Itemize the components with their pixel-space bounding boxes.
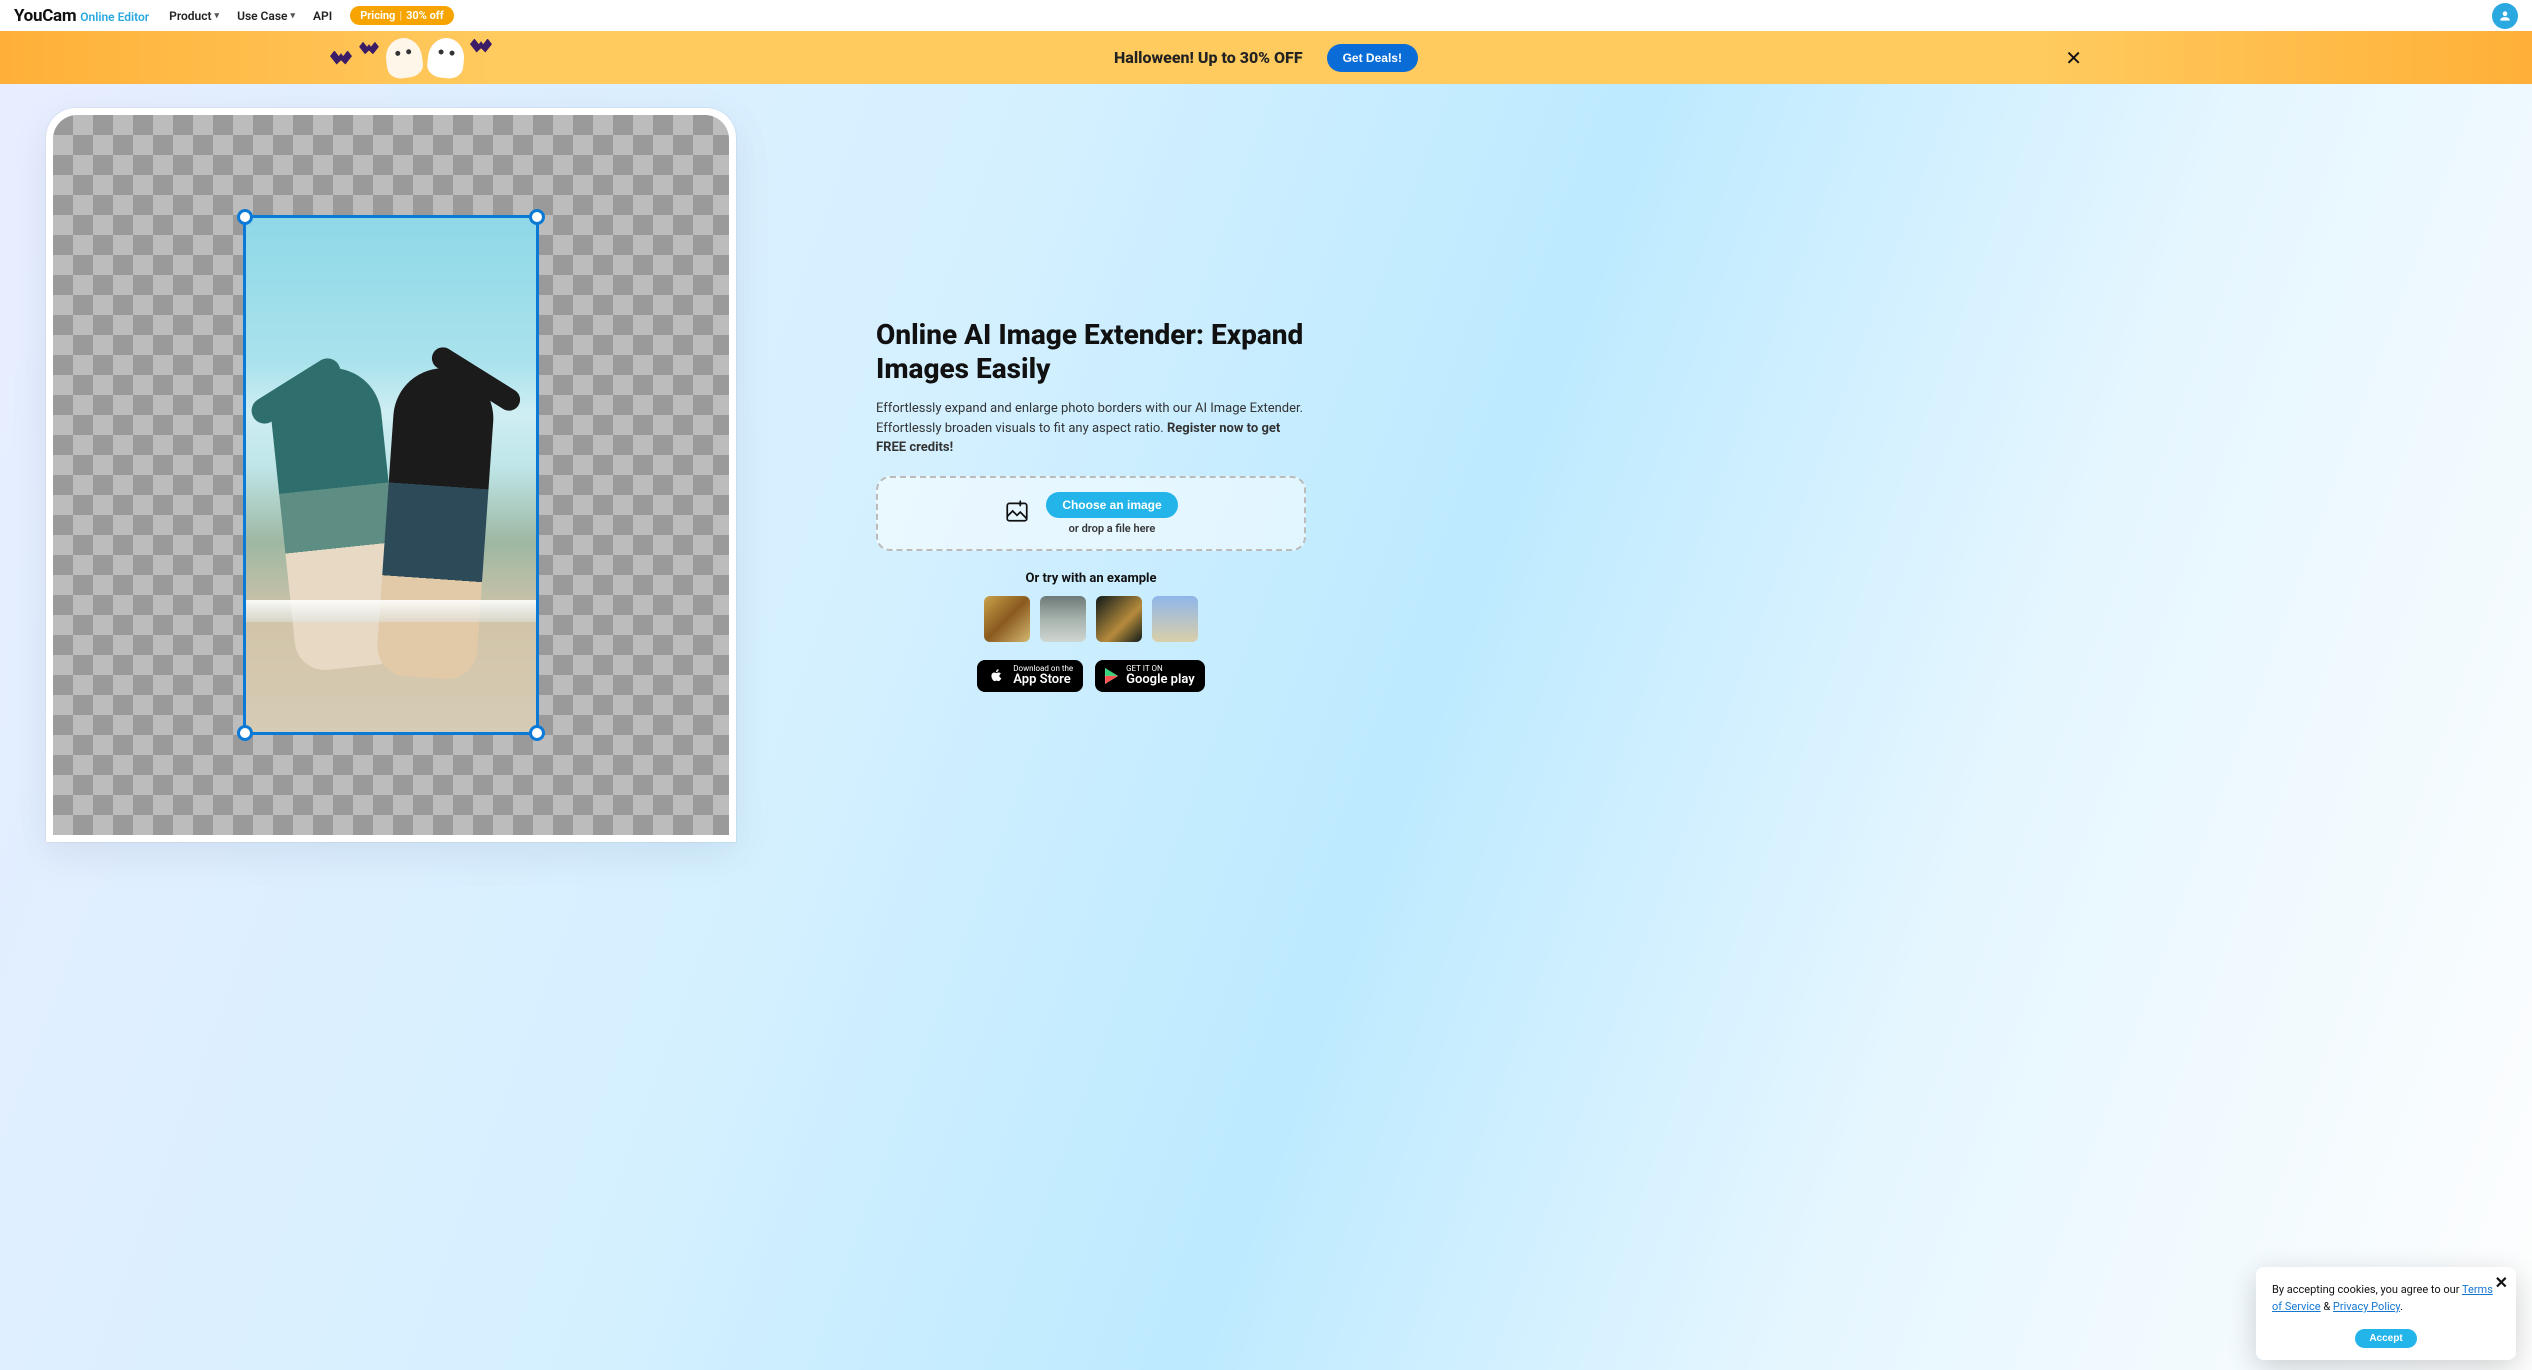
google-play-big: Google play <box>1126 673 1195 687</box>
upload-dropzone[interactable]: Choose an image or drop a file here <box>876 476 1306 551</box>
resize-handle-bl[interactable] <box>237 725 253 741</box>
user-icon <box>2498 9 2512 23</box>
hero-left <box>46 108 736 1370</box>
promo-decor <box>330 31 492 84</box>
google-play-button[interactable]: GET IT ON Google play <box>1095 660 1205 692</box>
nav-api-label: API <box>313 9 332 23</box>
nav-use-case[interactable]: Use Case ▾ <box>237 9 295 23</box>
nav-product[interactable]: Product ▾ <box>169 9 219 23</box>
pricing-label: Pricing <box>360 9 395 22</box>
nav-product-label: Product <box>169 9 211 23</box>
cookie-accept-button[interactable]: Accept <box>2355 1329 2416 1348</box>
image-add-icon <box>1004 498 1030 528</box>
cookie-pre: By accepting cookies, you agree to our <box>2272 1283 2462 1296</box>
page-title: Online AI Image Extender: Expand Images … <box>876 318 1306 385</box>
example-thumb-2[interactable] <box>1040 596 1086 642</box>
pricing-button[interactable]: Pricing | 30% off <box>350 6 453 25</box>
nav-api[interactable]: API <box>313 9 332 23</box>
top-nav-left: YouCam Online Editor Product ▾ Use Case … <box>14 6 454 26</box>
app-store-big: App Store <box>1013 673 1073 687</box>
example-thumb-3[interactable] <box>1096 596 1142 642</box>
nav-items: Product ▾ Use Case ▾ API Pricing | 30% o… <box>169 6 454 25</box>
example-thumb-4[interactable] <box>1152 596 1198 642</box>
example-row <box>876 596 1306 642</box>
chevron-down-icon: ▾ <box>215 11 220 21</box>
resize-handle-tr[interactable] <box>529 209 545 225</box>
pricing-sep: | <box>399 9 402 22</box>
editor-canvas[interactable] <box>53 115 729 835</box>
choose-image-button[interactable]: Choose an image <box>1046 492 1177 518</box>
app-store-text: Download on the App Store <box>1013 665 1073 687</box>
promo-banner: Halloween! Up to 30% OFF Get Deals! ✕ <box>0 31 2532 84</box>
resize-handle-br[interactable] <box>529 725 545 741</box>
apple-icon <box>987 667 1005 685</box>
cookie-amp: & <box>2321 1300 2333 1313</box>
cookie-consent: ✕ By accepting cookies, you agree to our… <box>2256 1267 2516 1360</box>
logo-sub: Online Editor <box>80 10 149 24</box>
example-thumb-1[interactable] <box>984 596 1030 642</box>
ghost-icon <box>383 35 424 80</box>
privacy-link[interactable]: Privacy Policy <box>2333 1300 2400 1313</box>
logo[interactable]: YouCam Online Editor <box>14 6 149 26</box>
google-play-icon <box>1105 668 1118 684</box>
hero: Online AI Image Extender: Expand Images … <box>0 84 2532 1370</box>
get-deals-button[interactable]: Get Deals! <box>1327 44 1418 72</box>
nav-use-case-label: Use Case <box>237 9 287 23</box>
close-icon: ✕ <box>2065 46 2082 70</box>
promo-close-button[interactable]: ✕ <box>2065 46 2082 70</box>
app-store-button[interactable]: Download on the App Store <box>977 660 1083 692</box>
canvas-frame <box>46 108 736 842</box>
examples-label: Or try with an example <box>876 571 1306 586</box>
bat-icon <box>359 41 379 54</box>
promo-text: Halloween! Up to 30% OFF <box>1114 48 1303 67</box>
cookie-text: By accepting cookies, you agree to our T… <box>2272 1281 2500 1315</box>
bat-icon <box>470 39 492 53</box>
ghost-icon <box>426 36 466 80</box>
bat-icon <box>330 51 352 65</box>
page-description: Effortlessly expand and enlarge photo bo… <box>876 399 1306 458</box>
logo-main: YouCam <box>14 6 76 26</box>
google-play-text: GET IT ON Google play <box>1126 665 1195 687</box>
cookie-suffix: . <box>2400 1300 2403 1313</box>
selection-box[interactable] <box>243 215 539 735</box>
pricing-discount: 30% off <box>406 9 444 22</box>
top-nav: YouCam Online Editor Product ▾ Use Case … <box>0 0 2532 31</box>
store-buttons: Download on the App Store GET IT ON Goog… <box>876 660 1306 692</box>
chevron-down-icon: ▾ <box>290 11 295 21</box>
upload-right: Choose an image or drop a file here <box>1046 492 1177 535</box>
sample-image <box>246 218 536 732</box>
hero-right: Online AI Image Extender: Expand Images … <box>876 108 1306 1370</box>
account-button[interactable] <box>2492 3 2518 29</box>
drop-text: or drop a file here <box>1069 522 1156 535</box>
resize-handle-tl[interactable] <box>237 209 253 225</box>
promo-inner: Halloween! Up to 30% OFF Get Deals! <box>1114 44 1418 72</box>
cookie-close-button[interactable]: ✕ <box>2495 1273 2508 1292</box>
close-icon: ✕ <box>2495 1273 2508 1292</box>
